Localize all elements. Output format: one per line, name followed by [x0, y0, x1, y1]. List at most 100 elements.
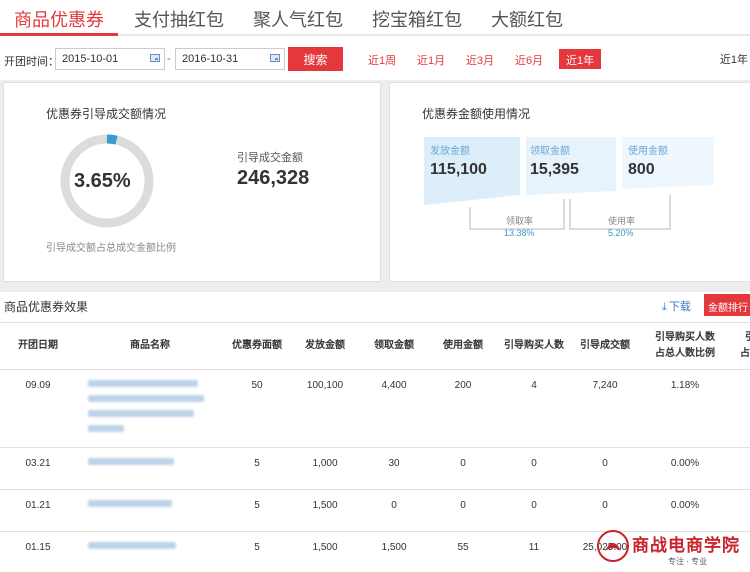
- column-header[interactable]: 商品名称: [76, 323, 224, 370]
- tab-treasure-box-red-packet[interactable]: 挖宝箱红包: [372, 6, 462, 32]
- received-value: 15,395: [530, 161, 579, 178]
- column-header[interactable]: 开团日期: [0, 323, 76, 370]
- table-cell-issued: 1,000: [290, 447, 360, 490]
- product-name-cell: [76, 369, 224, 448]
- start-date-input[interactable]: 2015-10-01: [55, 48, 165, 70]
- receive-rate-label: 领取率: [506, 216, 534, 226]
- search-button[interactable]: 搜索: [288, 47, 343, 71]
- blurred-product-name[interactable]: [88, 499, 172, 507]
- blurred-product-name[interactable]: [88, 541, 176, 549]
- range-3-months[interactable]: 近3月: [459, 49, 501, 69]
- ratio-value: 3.65%: [74, 170, 131, 192]
- watermark-text: 商战电商学院: [632, 536, 740, 555]
- use-rate-label: 使用率: [608, 216, 636, 226]
- used-label: 使用金额: [628, 146, 668, 157]
- table-cell-buyers: 11: [498, 531, 570, 572]
- column-header[interactable]: 优惠券面额: [224, 323, 290, 370]
- tab-large-red-packet[interactable]: 大额红包: [491, 6, 563, 32]
- column-header-label: 开团日期: [18, 339, 58, 351]
- table-cell-date: 03.21: [0, 447, 76, 490]
- issued-label: 发放金额: [430, 146, 470, 157]
- tab-popularity-red-packet[interactable]: 聚人气红包: [253, 6, 343, 32]
- column-header[interactable]: 使用金额: [428, 323, 498, 370]
- table-cell-received: 0: [360, 489, 428, 532]
- table-cell-buyer-ratio: 0.00%: [640, 447, 730, 490]
- usage-panel-title: 优惠券金额使用情况: [422, 107, 531, 121]
- issued-card: 发放金额 115,100: [424, 137, 520, 195]
- guide-amount-value: 246,328: [237, 167, 310, 189]
- range-1-year[interactable]: 近1年: [559, 49, 602, 69]
- table-row[interactable]: 03.21 5 1,000 30 0 0 0 0.00%: [0, 447, 750, 490]
- range-1-week[interactable]: 近1周: [361, 49, 403, 69]
- receive-rate-value: 13.38%: [504, 228, 535, 238]
- download-link[interactable]: ⤓ 下载: [662, 298, 691, 314]
- tab-payment-red-packet[interactable]: 支付抽红包: [134, 6, 224, 32]
- date-separator: -: [167, 53, 171, 65]
- column-header-label: 商品名称: [130, 339, 170, 351]
- column-header[interactable]: 引导购买人数 占总人数比例: [640, 323, 730, 370]
- table-row[interactable]: 09.09 50 100,100 4,400 200 4 7,240 1.18%: [0, 369, 750, 448]
- table-cell-deal: 7,240: [570, 369, 640, 448]
- calendar-icon[interactable]: [270, 54, 280, 62]
- column-header[interactable]: 引导成交额: [570, 323, 640, 370]
- table-cell-face: 5: [224, 489, 290, 532]
- table-header-row: 开团日期 商品名称 优惠券面额 发放金额 领取金额 使用金额 引导购买人数 引导成交额 引导购买…: [0, 323, 750, 370]
- calendar-icon[interactable]: [150, 54, 160, 62]
- column-header-label: 发放金额: [305, 339, 345, 351]
- table-cell-used: 0: [428, 489, 498, 532]
- amount-ranking-button[interactable]: 金额排行: [704, 294, 750, 316]
- received-label: 领取金额: [530, 146, 570, 157]
- table-cell-face: 5: [224, 447, 290, 490]
- table-cell-issued: 1,500: [290, 489, 360, 532]
- table-cell-received: 30: [360, 447, 428, 490]
- download-icon: ⤓: [662, 301, 667, 313]
- use-rate-value: 5.20%: [608, 228, 634, 238]
- column-header-label: 引导成交额: [580, 339, 630, 351]
- ratio-note: 引导成交额占总成交金额比例: [46, 243, 176, 254]
- product-name-cell: [76, 489, 224, 532]
- range-6-months[interactable]: 近6月: [508, 49, 550, 69]
- tab-bar: 商品优惠券 支付抽红包 聚人气红包 挖宝箱红包 大额红包: [0, 0, 750, 36]
- date-filter-label: 开团时间：: [4, 56, 59, 68]
- table-cell-received: 1,500: [360, 531, 428, 572]
- tab-coupon[interactable]: 商品优惠券: [14, 6, 104, 32]
- product-name-cell: [76, 531, 224, 572]
- table-cell-date: 09.09: [0, 369, 76, 448]
- blurred-product-name[interactable]: [88, 379, 198, 387]
- column-header[interactable]: 发放金额: [290, 323, 360, 370]
- blurred-product-name[interactable]: [88, 409, 194, 417]
- active-tab-underline: [0, 33, 118, 36]
- table-cell: [730, 447, 750, 490]
- column-header[interactable]: 引导购买人数: [498, 323, 570, 370]
- usage-panel: 优惠券金额使用情况 发放金额 115,100 领取金额 15,395 使用金额 …: [389, 82, 750, 282]
- table-cell-face: 5: [224, 531, 290, 572]
- table-cell-used: 0: [428, 447, 498, 490]
- table-cell-used: 55: [428, 531, 498, 572]
- stats-area: 优惠券引导成交额情况 3.65% 引导成交额占总成交金额比例 引导成交金额 24…: [0, 80, 750, 292]
- table-cell-buyers: 0: [498, 489, 570, 532]
- current-range-text: 近1年: [719, 54, 748, 66]
- table-cell-date: 01.15: [0, 531, 76, 572]
- blurred-product-name[interactable]: [88, 424, 124, 432]
- product-name-cell: [76, 447, 224, 490]
- table-cell-date: 01.21: [0, 489, 76, 532]
- column-header[interactable]: 领取金额: [360, 323, 428, 370]
- guide-amount-label: 引导成交金额: [237, 152, 303, 164]
- column-header-label: 使用金额: [443, 339, 483, 351]
- table-cell-buyers: 0: [498, 447, 570, 490]
- range-1-month[interactable]: 近1月: [410, 49, 452, 69]
- download-label: 下载: [668, 301, 691, 313]
- end-date-input[interactable]: 2016-10-31: [175, 48, 285, 70]
- received-card: 领取金额 15,395: [524, 137, 614, 195]
- table-cell-face: 50: [224, 369, 290, 448]
- table-cell-used: 200: [428, 369, 498, 448]
- blurred-product-name[interactable]: [88, 457, 174, 465]
- blurred-product-name[interactable]: [88, 394, 204, 402]
- table-cell-buyer-ratio: 1.18%: [640, 369, 730, 448]
- watermark-logo: 商战电商学院 专注 · 专业: [594, 525, 750, 569]
- column-header[interactable]: 引占总: [730, 323, 750, 370]
- watermark-emblem-icon: [597, 530, 629, 562]
- column-header-label: 占总: [740, 347, 750, 359]
- used-card: 使用金额 800: [622, 137, 714, 195]
- column-header-label: 占总人数比例: [655, 347, 715, 359]
